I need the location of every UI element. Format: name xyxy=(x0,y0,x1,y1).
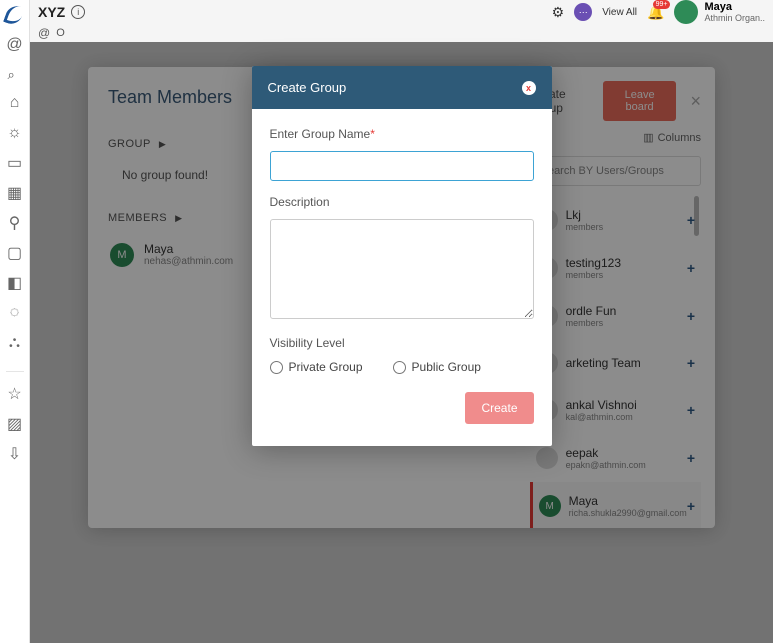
modal-backdrop: Create Group x Enter Group Name* Descrip… xyxy=(30,42,773,643)
user-org: Athmin Organ.. xyxy=(704,13,765,23)
pin-icon[interactable]: ⚲ xyxy=(7,215,23,231)
bulb-icon[interactable]: ☼ xyxy=(7,125,23,141)
overlay: Team Members GROUP ▶ No group found! MEM… xyxy=(30,42,773,643)
app-logo xyxy=(6,5,24,23)
db-icon[interactable]: ▦ xyxy=(7,185,23,201)
viewall-avatar[interactable]: ⋯ xyxy=(574,3,592,21)
visibility-label: Visibility Level xyxy=(270,336,534,350)
at-icon[interactable]: @ xyxy=(7,37,23,53)
view-all-link[interactable]: View All xyxy=(602,7,637,18)
image-icon[interactable]: ▨ xyxy=(7,416,23,432)
subbar: @ O xyxy=(30,24,773,42)
at-icon-small: @ xyxy=(38,26,50,40)
modal-title: Create Group xyxy=(268,80,347,95)
description-label: Description xyxy=(270,195,534,209)
private-group-radio[interactable]: Private Group xyxy=(270,360,363,374)
create-group-modal: Create Group x Enter Group Name* Descrip… xyxy=(252,66,552,446)
public-group-radio[interactable]: Public Group xyxy=(393,360,481,374)
users-icon[interactable]: ⛬ xyxy=(7,335,23,351)
home-icon[interactable]: ⌂ xyxy=(7,95,23,111)
search-icon[interactable]: ⌕ xyxy=(8,67,22,81)
group-name-label: Enter Group Name* xyxy=(270,127,534,141)
description-textarea[interactable] xyxy=(270,219,534,319)
left-nav-rail: @ ⌕ ⌂ ☼ ▭ ▦ ⚲ ▢ ◧ ◌ ⛬ ☆ ▨ ⇩ xyxy=(0,0,30,643)
avatar xyxy=(674,0,698,24)
board-title: XYZ xyxy=(38,4,65,20)
archive-icon[interactable]: ▢ xyxy=(7,245,23,261)
user-icon[interactable]: ◌ xyxy=(7,305,23,321)
card-icon[interactable]: ▭ xyxy=(7,155,23,171)
notifications-icon[interactable]: 🔔 99+ xyxy=(647,4,664,21)
gear-icon[interactable]: ⚙ xyxy=(552,4,565,21)
tag-icon[interactable]: ◧ xyxy=(7,275,23,291)
group-name-input[interactable] xyxy=(270,151,534,181)
star-icon[interactable]: ☆ xyxy=(7,386,23,402)
create-button[interactable]: Create xyxy=(465,392,533,424)
topbar: XYZ i ⚙ ⋯ View All 🔔 99+ Maya Athmin Org… xyxy=(30,0,773,24)
download-icon[interactable]: ⇩ xyxy=(7,446,23,462)
notif-badge: 99+ xyxy=(653,0,671,9)
user-name: Maya xyxy=(704,1,765,13)
current-user[interactable]: Maya Athmin Organ.. xyxy=(674,0,765,24)
modal-close-icon[interactable]: x xyxy=(522,81,536,95)
info-icon[interactable]: i xyxy=(71,5,85,19)
